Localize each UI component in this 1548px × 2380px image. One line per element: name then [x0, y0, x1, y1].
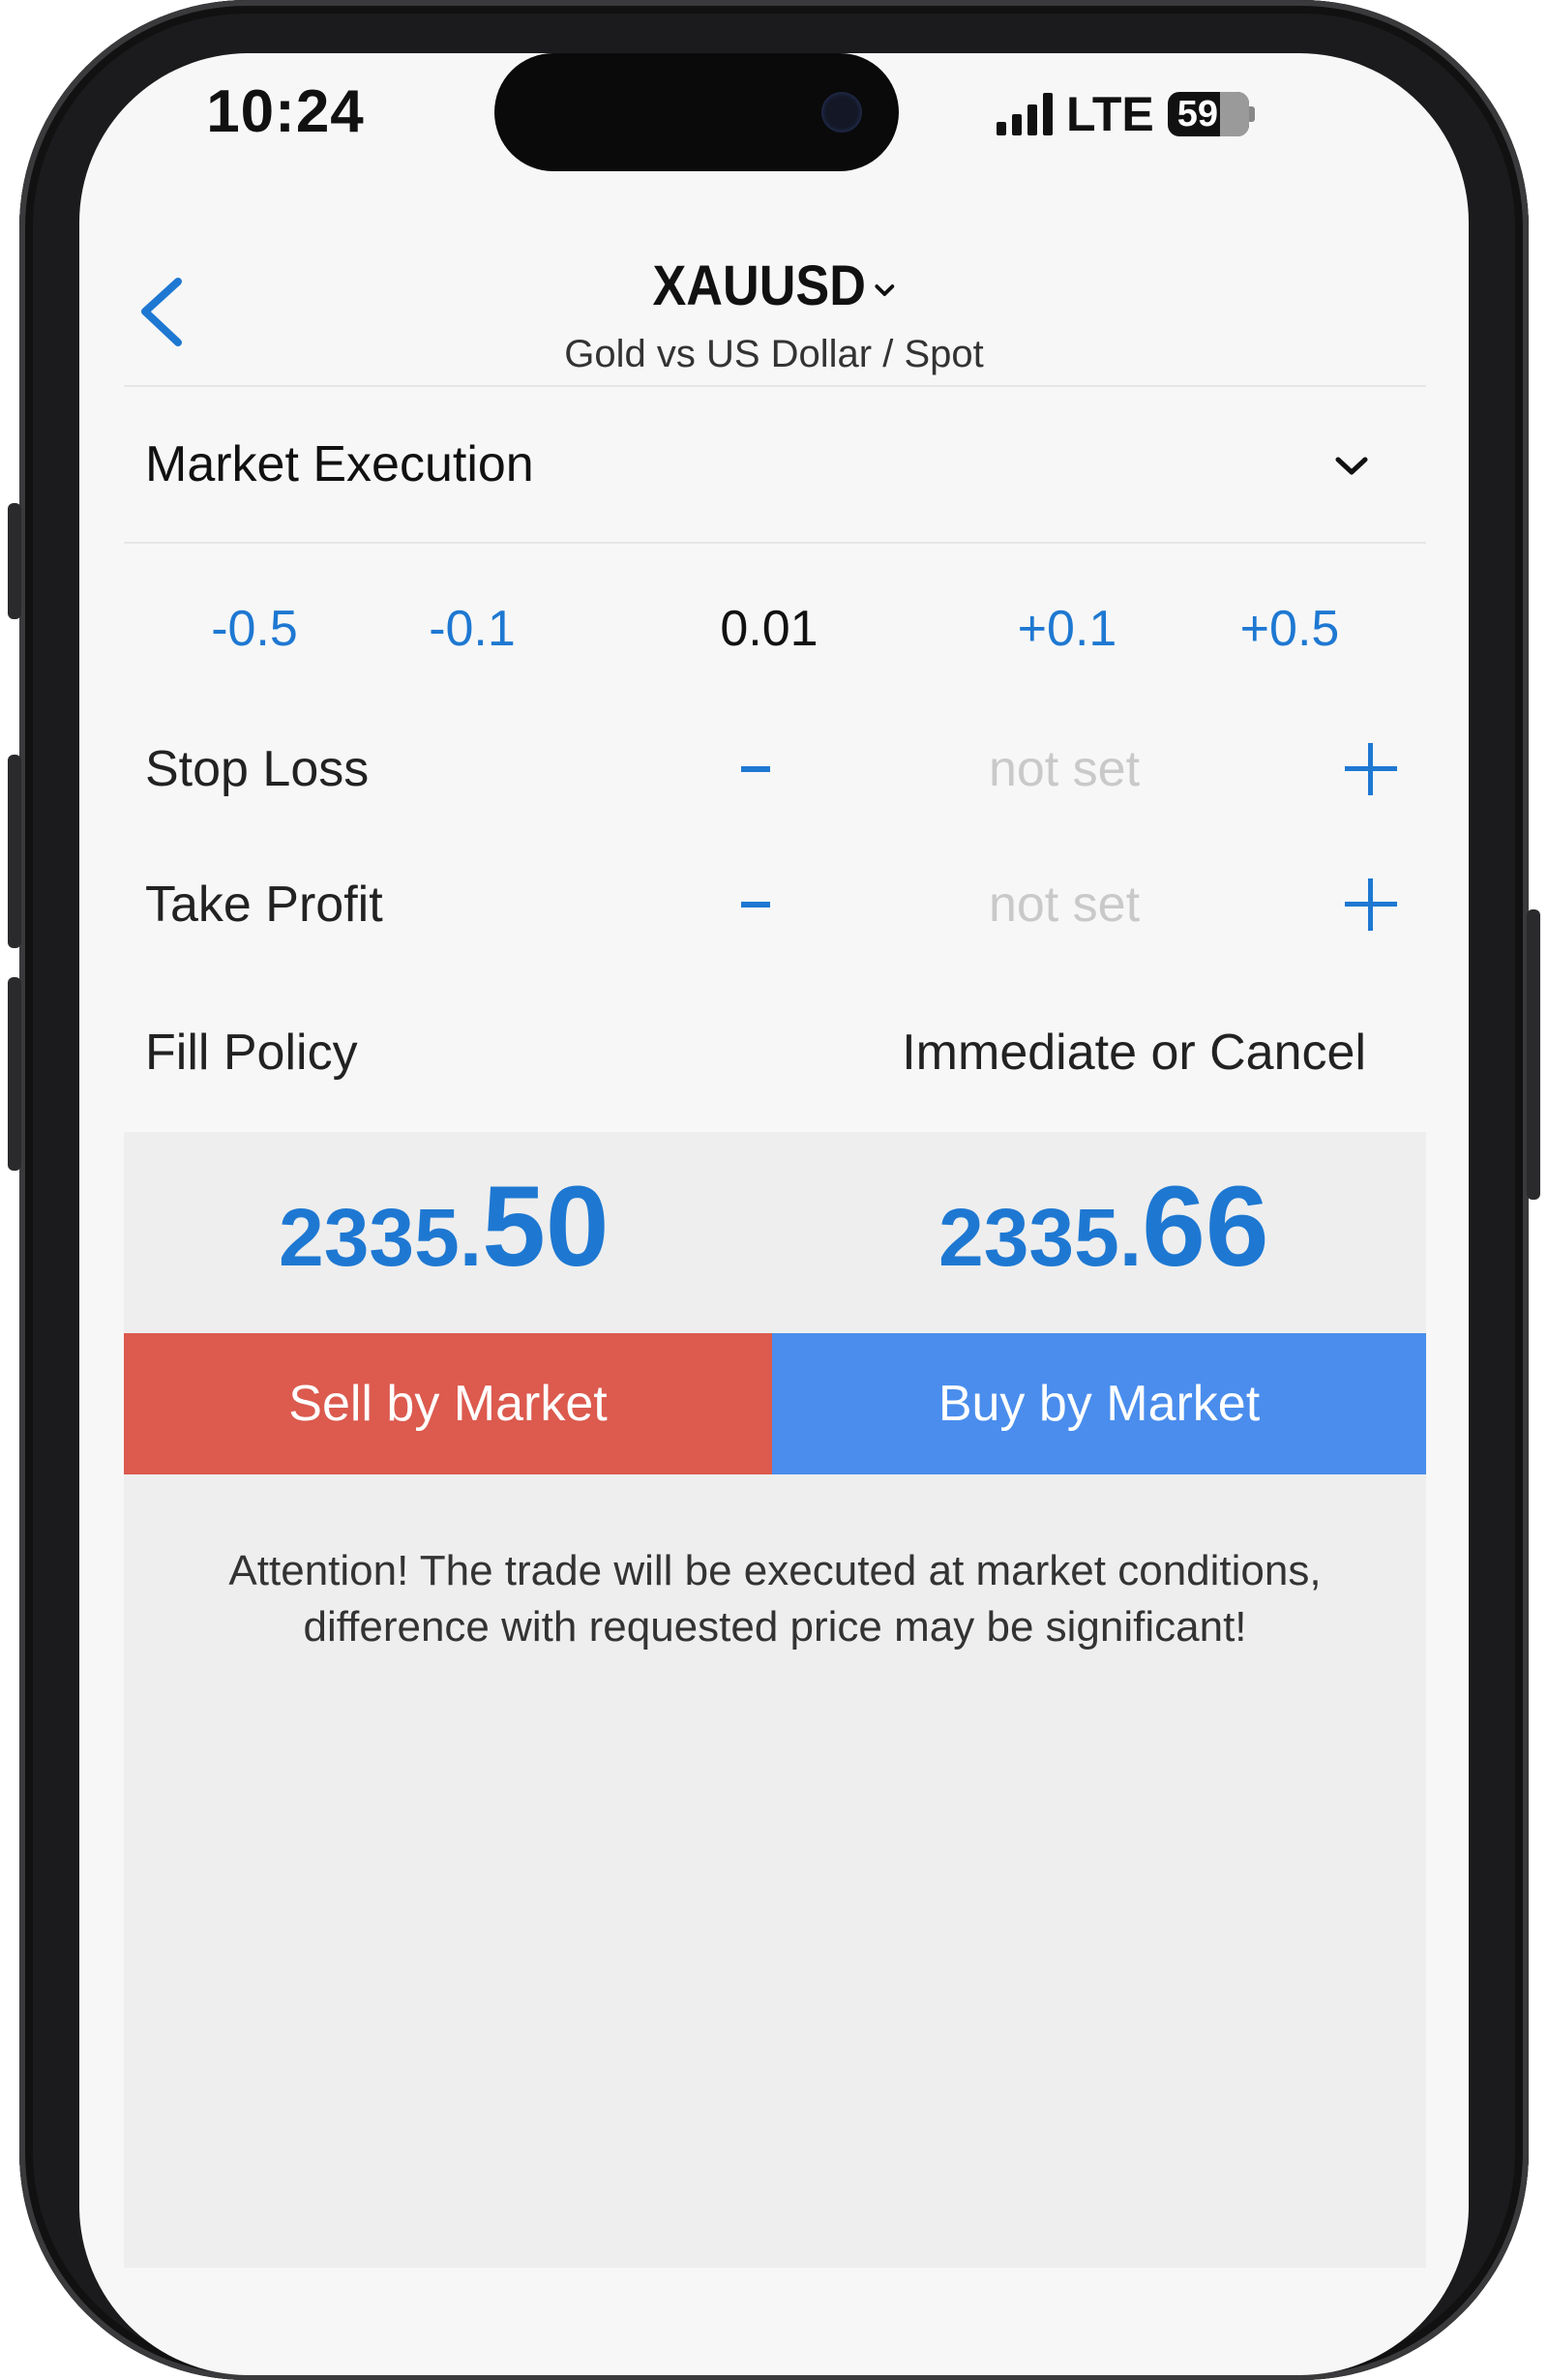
phone-volume-down-button — [8, 977, 21, 1171]
network-label: LTE — [1066, 87, 1154, 141]
symbol-description: Gold vs US Dollar / Spot — [564, 333, 984, 375]
stop-loss-plus-icon[interactable] — [1345, 743, 1397, 795]
take-profit-plus-icon[interactable] — [1345, 878, 1397, 931]
chevron-down-icon[interactable] — [1333, 455, 1370, 478]
order-type-label[interactable]: Market Execution — [145, 435, 534, 493]
volume-decrease-0-1-button[interactable]: -0.1 — [375, 600, 569, 658]
volume-decrease-0-5-button[interactable]: -0.5 — [158, 600, 351, 658]
volume-increase-0-1-button[interactable]: +0.1 — [970, 600, 1164, 658]
buy-by-market-button[interactable]: Buy by Market — [772, 1333, 1426, 1474]
stop-loss-value[interactable]: not set — [958, 740, 1171, 798]
phone-side-button — [8, 503, 21, 619]
attention-message: Attention! The trade will be executed at… — [135, 1543, 1414, 1655]
bid-price-main: 2335. — [279, 1192, 483, 1283]
chevron-down-icon — [875, 283, 895, 296]
symbol-selector[interactable]: XAUUSD — [600, 253, 948, 318]
stop-loss-minus-icon[interactable] — [741, 766, 770, 772]
take-profit-minus-icon[interactable] — [741, 902, 770, 907]
symbol-title: XAUUSD — [652, 254, 866, 317]
stop-loss-label: Stop Loss — [145, 741, 370, 797]
signal-icon — [997, 93, 1053, 135]
dynamic-island — [494, 53, 899, 171]
ask-price: 2335.66 — [938, 1161, 1268, 1293]
price-panel — [124, 1132, 1426, 2268]
divider — [124, 385, 1426, 387]
fill-policy-value[interactable]: Immediate or Cancel — [803, 1024, 1366, 1082]
divider — [124, 542, 1426, 544]
bid-price: 2335.50 — [279, 1161, 609, 1293]
camera-icon — [821, 92, 862, 133]
sell-by-market-button[interactable]: Sell by Market — [124, 1333, 772, 1474]
ask-price-pips: 66 — [1142, 1163, 1269, 1291]
battery-level: 59 — [1176, 93, 1219, 134]
attention-line-1: Attention! The trade will be executed at… — [228, 1547, 1322, 1594]
take-profit-label: Take Profit — [145, 877, 383, 933]
fill-policy-label: Fill Policy — [145, 1025, 358, 1081]
take-profit-value[interactable]: not set — [958, 876, 1171, 934]
buy-button-label: Buy by Market — [938, 1376, 1261, 1432]
attention-line-2: difference with requested price may be s… — [303, 1603, 1247, 1651]
phone-power-button — [1527, 909, 1540, 1200]
volume-value[interactable]: 0.01 — [672, 600, 866, 658]
ask-price-main: 2335. — [938, 1192, 1143, 1283]
status-time: 10:24 — [206, 78, 365, 145]
bid-price-pips: 50 — [482, 1163, 610, 1291]
phone-volume-up-button — [8, 755, 21, 948]
status-indicators: LTE 59 — [997, 85, 1255, 143]
back-chevron-icon[interactable] — [134, 276, 192, 348]
sell-button-label: Sell by Market — [288, 1376, 608, 1432]
volume-increase-0-5-button[interactable]: +0.5 — [1193, 600, 1386, 658]
battery-icon: 59 — [1167, 92, 1249, 136]
